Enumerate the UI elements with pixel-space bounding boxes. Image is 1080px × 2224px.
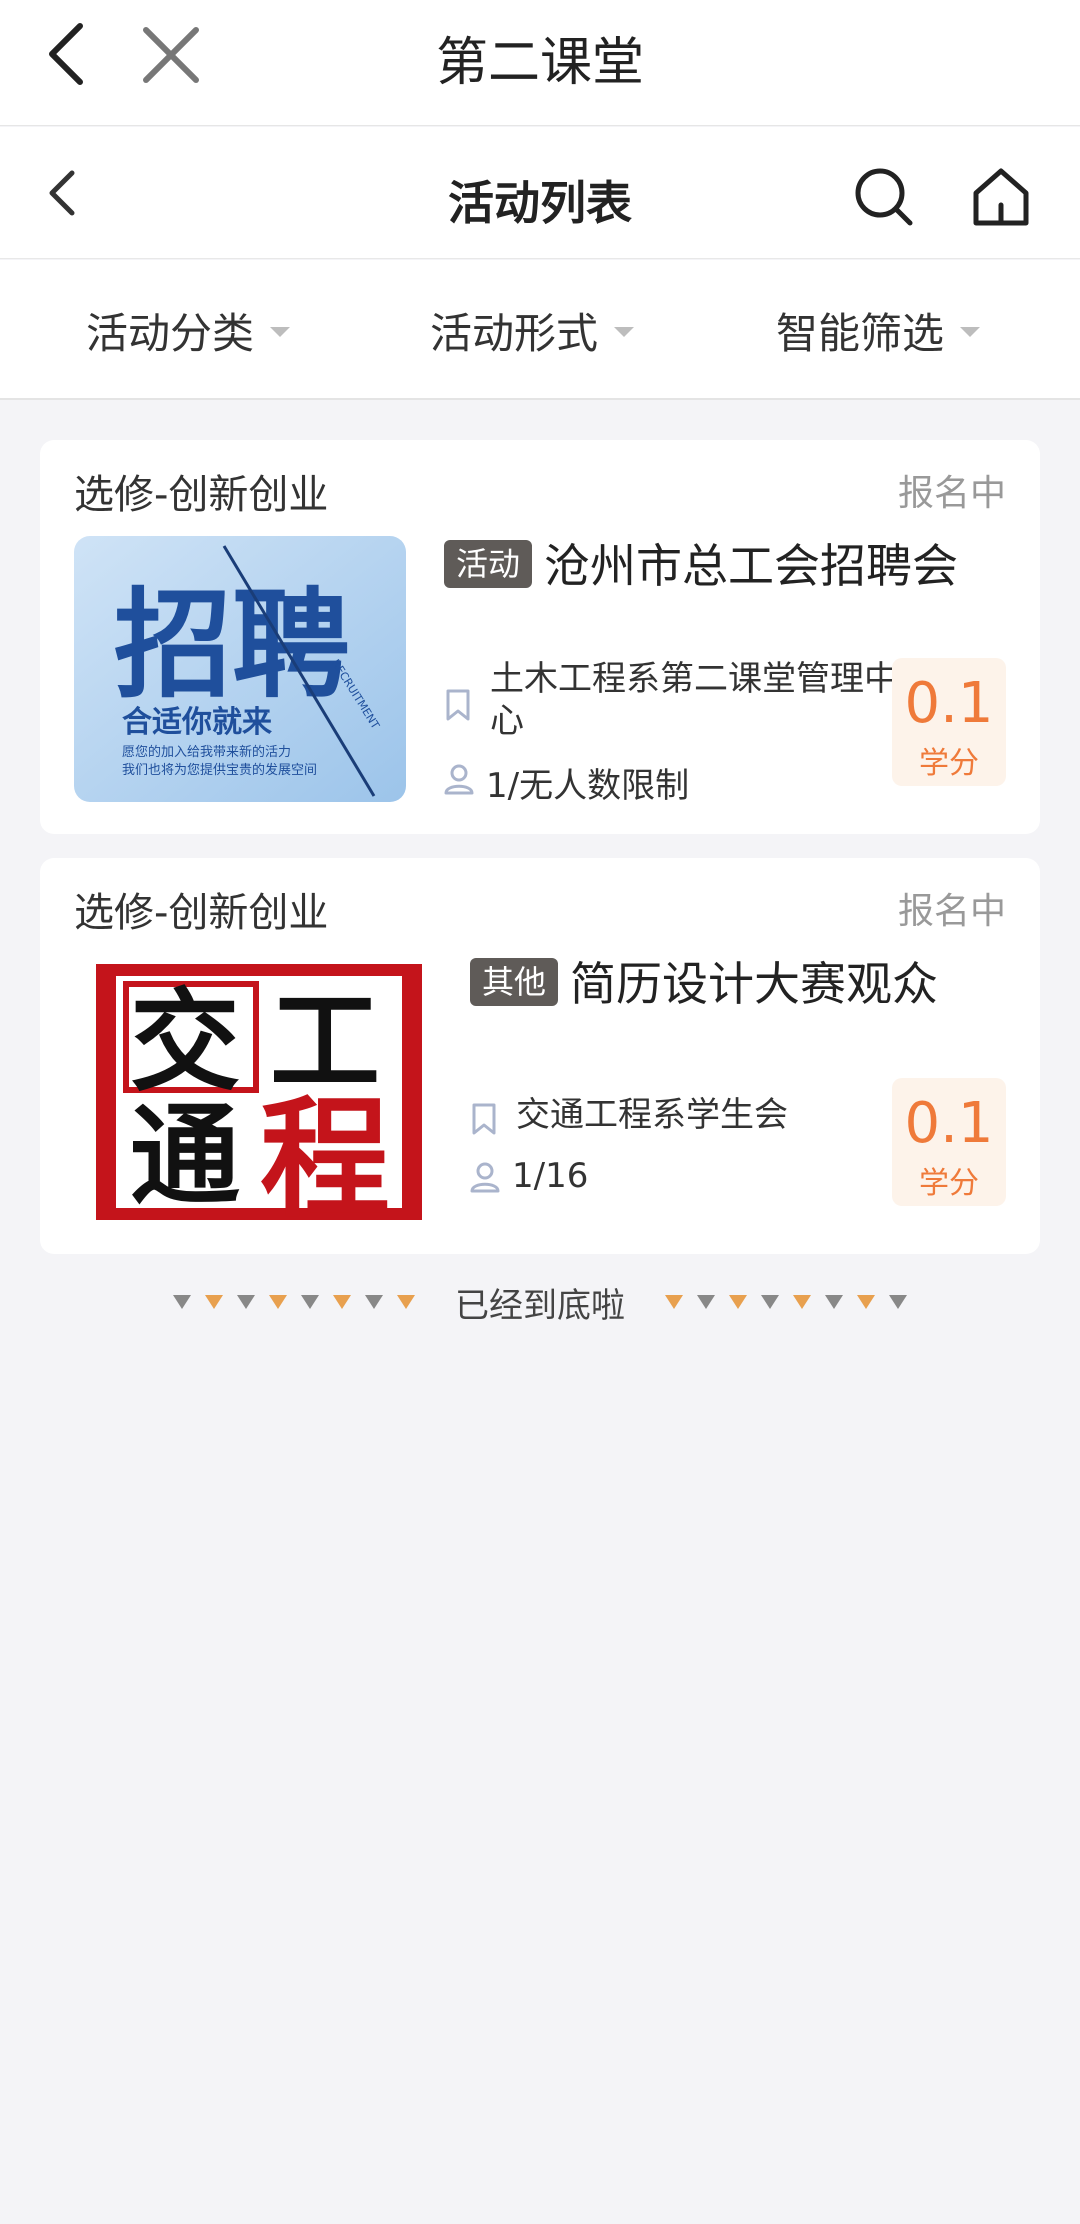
activity-participants: 1/16	[512, 1156, 589, 1196]
activity-tag: 其他	[470, 958, 559, 1006]
filter-label: 活动形式	[430, 308, 599, 358]
activity-title: 简历设计大赛观众	[570, 957, 938, 1011]
activity-category: 选修-创新创业	[74, 472, 329, 518]
credit-value: 0.1	[904, 671, 994, 736]
activity-tag: 活动	[444, 540, 533, 588]
thumb-big-text: 招聘	[114, 576, 350, 714]
thumb-text-2: 我们也将为您提供宝贵的发展空间	[122, 762, 317, 778]
filter-bar: 活动分类 活动形式 智能筛选	[0, 260, 1080, 400]
thumb-text-1: 愿您的加入给我带来新的活力	[122, 744, 291, 760]
credit-unit: 学分	[919, 1166, 979, 1201]
activity-participants: 1/无人数限制	[486, 766, 690, 806]
search-icon[interactable]	[852, 165, 916, 229]
thumb-slogan: 合适你就来	[122, 705, 272, 740]
dropdown-arrow-icon	[960, 327, 981, 337]
credit-badge: 0.1 学分	[892, 658, 1006, 786]
bookmark-icon	[446, 689, 470, 721]
filter-label: 智能筛选	[776, 308, 945, 358]
page-title: 活动列表	[448, 176, 632, 230]
thumb-char-3: 通	[130, 1091, 240, 1220]
activity-title: 沧州市总工会招聘会	[544, 539, 958, 593]
activity-category: 选修-创新创业	[74, 890, 329, 936]
activity-organizer: 交通工程系学生会	[516, 1095, 788, 1135]
list-end-text: 已经到底啦	[455, 1285, 625, 1326]
person-icon	[444, 764, 474, 795]
activity-thumbnail: 招聘 合适你就来 愿您的加入给我带来新的活力 我们也将为您提供宝贵的发展空间 R…	[74, 536, 406, 802]
filter-label: 活动分类	[86, 308, 255, 358]
dropdown-arrow-icon	[270, 327, 291, 337]
bookmark-icon	[472, 1103, 496, 1135]
thumb-char-1: 交	[130, 977, 240, 1106]
app-top-bar: 第二课堂	[0, 0, 1080, 126]
credit-unit: 学分	[919, 746, 979, 781]
home-icon[interactable]	[968, 163, 1034, 229]
activity-card[interactable]: 选修-创新创业 报名中 招聘 合适你就来 愿您的加入给我带来新的活力 我们也将为…	[40, 440, 1040, 834]
status-badge: 报名中	[897, 891, 1006, 932]
app-title: 第二课堂	[435, 33, 644, 93]
credit-badge: 0.1 学分	[892, 1078, 1006, 1206]
activity-organizer: 土木工程系第二课堂管理中心	[490, 659, 898, 741]
person-icon	[470, 1162, 500, 1193]
filter-format[interactable]: 活动形式	[430, 300, 635, 360]
status-badge: 报名中	[897, 473, 1006, 514]
thumb-char-4: 程	[260, 1082, 390, 1220]
credit-value: 0.1	[904, 1091, 994, 1156]
page-nav-bar: 活动列表	[0, 127, 1080, 259]
activity-card[interactable]: 选修-创新创业 报名中 交 工 通 程 其他 简历设计大赛观众 交通工程系学生会…	[40, 858, 1040, 1254]
dropdown-arrow-icon	[614, 327, 635, 337]
decorative-triangles-right	[665, 1295, 907, 1309]
activity-thumbnail: 交 工 通 程	[74, 954, 444, 1220]
filter-category[interactable]: 活动分类	[86, 300, 291, 360]
filter-smart[interactable]: 智能筛选	[776, 300, 981, 360]
decorative-triangles-left	[173, 1295, 415, 1309]
list-end-indicator: 已经到底啦	[0, 1280, 1080, 1326]
